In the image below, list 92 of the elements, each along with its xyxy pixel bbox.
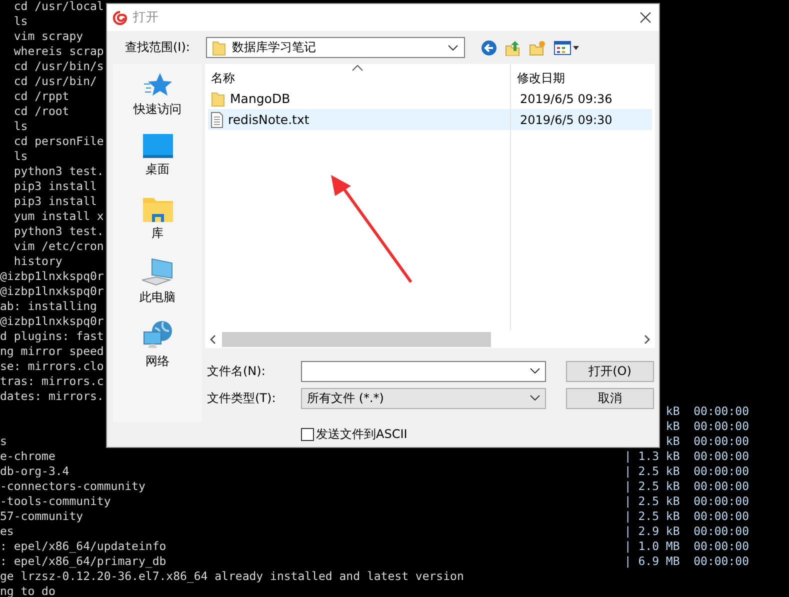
place-label[interactable]: 此电脑 <box>140 289 176 306</box>
view-menu-icon[interactable] <box>554 40 580 54</box>
terminal-line: 57-community <box>0 509 84 524</box>
terminal-line: | 6.9 MB 00:00:00 <box>624 554 749 569</box>
chevron-down-icon <box>530 395 540 401</box>
scroll-right-icon[interactable] <box>644 335 650 344</box>
terminal-line: e-chrome <box>0 449 56 464</box>
text-file-icon <box>211 112 223 128</box>
terminal-line: ab: installing <box>0 299 97 314</box>
back-icon[interactable] <box>481 40 497 56</box>
chevron-down-icon <box>448 44 458 50</box>
terminal-line: pip3 install <box>12 194 97 209</box>
terminal-line: cd /root <box>12 104 70 119</box>
place-label[interactable]: 库 <box>152 225 164 242</box>
terminal-line: cd personFile <box>12 134 104 149</box>
terminal-line: es <box>0 524 14 539</box>
terminal-line: cd /usr/bin/s <box>12 59 104 74</box>
file-type-dropdown[interactable]: 所有文件 (*.*) <box>301 388 546 408</box>
scrollbar-thumb[interactable] <box>222 332 491 347</box>
chevron-down-icon <box>530 368 540 374</box>
terminal-line: d plugins: fast <box>0 329 104 344</box>
file-name: redisNote.txt <box>228 112 310 127</box>
network-icon[interactable] <box>142 320 172 350</box>
terminal-line: | 1.3 kB 00:00:00 <box>624 449 749 464</box>
column-header[interactable]: 名称 <box>205 70 510 87</box>
terminal-line: ls <box>12 149 28 164</box>
terminal-line: vim scrapy <box>12 29 84 44</box>
up-folder-icon[interactable] <box>505 40 521 56</box>
folder-icon <box>211 90 225 106</box>
file-name-label: 文件名(N): <box>206 362 266 380</box>
terminal-line: kB 00:00:00 <box>666 434 749 449</box>
terminal-line: db-org-3.4 <box>0 464 70 479</box>
folder-icon <box>212 40 226 56</box>
file-row[interactable]: redisNote.txt 2019/6/5 09:30 <box>208 109 652 130</box>
terminal-line: | 2.9 kB 00:00:00 <box>624 524 749 539</box>
computer-icon[interactable] <box>142 258 174 286</box>
terminal-line: vim /etc/cron <box>12 239 104 254</box>
terminal-line: ge lrzsz-0.12.20-36.el7.x86_64 already installed and latest version <box>0 569 464 584</box>
terminal-line: cd /usr/bin/ <box>12 74 97 89</box>
close-icon[interactable] <box>640 12 651 23</box>
terminal-line: @izbp1lnxkspq0r <box>0 269 104 284</box>
terminal-line: pip3 install <box>12 179 97 194</box>
terminal-line: | 2.5 kB 00:00:00 <box>624 494 749 509</box>
terminal-line: @izbp1lnxkspq0r <box>0 284 104 299</box>
terminal-line: history <box>12 254 62 269</box>
terminal-line: -tools-community <box>0 494 111 509</box>
terminal-line: | 2.5 kB 00:00:00 <box>624 479 749 494</box>
terminal-line: python3 test. <box>12 224 104 239</box>
terminal-line: | 2.5 kB 00:00:00 <box>624 464 749 479</box>
app-logo-icon <box>113 10 127 24</box>
terminal-line: tras: mirrors.c <box>0 374 104 389</box>
terminal-line: yum install x <box>12 209 104 224</box>
terminal-line: cd /rppt <box>12 89 70 104</box>
open-button[interactable]: 打开(O) <box>566 360 654 382</box>
file-date: 2019/6/5 09:36 <box>519 92 612 106</box>
terminal-line: kB 00:00:00 <box>666 404 749 419</box>
file-row[interactable]: MangoDB 2019/6/5 09:36 <box>208 88 652 109</box>
look-in-label: 查找范围(I): <box>125 39 191 56</box>
file-name: MangoDB <box>230 91 290 106</box>
sort-caret-icon <box>352 65 363 71</box>
checkbox-label[interactable]: 发送文件到ASCII <box>316 426 408 443</box>
terminal-line: kB 00:00:00 <box>666 419 749 434</box>
terminal-line: ng mirror speed <box>0 344 104 359</box>
place-label[interactable]: 网络 <box>146 353 170 370</box>
terminal-line: -connectors-community <box>0 479 146 494</box>
window-title: 打开 <box>133 9 159 26</box>
terminal-line: python3 test. <box>12 164 104 179</box>
terminal-line: se: mirrors.clo <box>0 359 104 374</box>
star-icon[interactable] <box>144 72 172 98</box>
terminal-line: dates: mirrors. <box>0 389 104 404</box>
terminal-line: ls <box>12 14 28 29</box>
terminal-line: | 2.5 kB 00:00:00 <box>624 509 749 524</box>
terminal-line: s <box>0 434 7 449</box>
terminal-line: | 1.0 MB 00:00:00 <box>624 539 749 554</box>
scroll-left-icon[interactable] <box>210 335 216 344</box>
folder-icon[interactable] <box>142 196 172 222</box>
new-folder-icon[interactable] <box>529 40 546 56</box>
checkbox[interactable] <box>301 428 314 441</box>
terminal-line: whereis scrap <box>12 44 104 59</box>
terminal-line: ls <box>12 119 28 134</box>
terminal-line: : epel/x86_64/updateinfo <box>0 539 166 554</box>
terminal-line: cd /usr/local <box>12 0 104 14</box>
file-type-label: 文件类型(T): <box>206 390 277 406</box>
file-name-field[interactable] <box>301 360 546 382</box>
terminal-line: : epel/x86_64/primary_db <box>0 554 166 569</box>
column-header[interactable]: 修改日期 <box>510 70 565 87</box>
place-label[interactable]: 快速访问 <box>134 101 182 118</box>
cancel-button[interactable]: 取消 <box>566 388 654 408</box>
terminal-line: @izbp1lnxkspq0r <box>0 314 104 329</box>
file-date: 2019/6/5 09:30 <box>519 112 612 126</box>
place-label[interactable]: 桌面 <box>146 161 170 178</box>
look-in-dropdown[interactable]: 数据库学习笔记 <box>206 37 465 58</box>
